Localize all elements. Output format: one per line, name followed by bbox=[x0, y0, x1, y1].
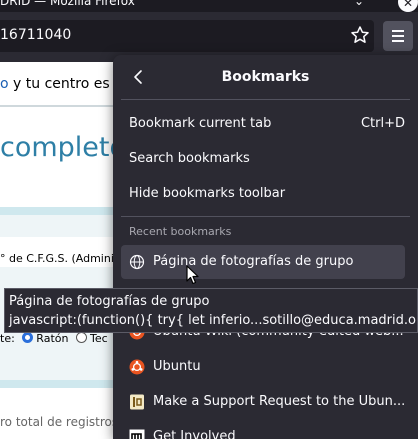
shortcut-label: Ctrl+D bbox=[360, 116, 405, 131]
menu-item-label: Bookmark current tab bbox=[129, 116, 272, 131]
bookmark-label: Make a Support Request to the Ubun... bbox=[153, 394, 405, 409]
minimize-icon[interactable]: ⌃ bbox=[378, 0, 388, 8]
tooltip-url: javascript:(function(){ try{ let inferio… bbox=[9, 313, 416, 328]
search-bookmarks-item[interactable]: Search bookmarks bbox=[121, 142, 405, 176]
select-text[interactable]: ° de C.F.G.S. (Adminis bbox=[0, 252, 120, 265]
radio-teclado[interactable] bbox=[75, 332, 87, 343]
hamburger-line bbox=[392, 35, 404, 37]
intro-link[interactable]: o bbox=[0, 76, 9, 92]
globe-icon bbox=[129, 254, 145, 270]
recent-bookmark-item[interactable]: Página de fotografías de grupo bbox=[121, 245, 405, 279]
bookmark-tooltip: Página de fotografías de grupo javascrip… bbox=[4, 288, 418, 333]
recent-bookmark-item[interactable]: Ubuntu bbox=[121, 350, 405, 384]
recent-bookmark-item[interactable]: Make a Support Request to the Ubun... bbox=[121, 385, 405, 419]
radio-raton[interactable] bbox=[22, 332, 34, 343]
radio-row: te: Ratón Tec bbox=[0, 332, 108, 345]
recent-bookmarks-header: Recent bookmarks bbox=[129, 225, 232, 238]
tooltip-title: Página de fotografías de grupo bbox=[9, 294, 210, 309]
panel-divider bbox=[121, 216, 410, 217]
window-title: DRID — Mozilla Firefox bbox=[0, 0, 135, 8]
panel-divider bbox=[121, 99, 410, 100]
hamburger-line bbox=[392, 40, 404, 42]
bookmark-star-icon[interactable] bbox=[350, 24, 370, 46]
radio-teclado-label: Tec bbox=[89, 332, 108, 345]
bookmark-current-tab-item[interactable]: Bookmark current tab Ctrl+D bbox=[121, 107, 405, 141]
menu-item-label: Search bookmarks bbox=[129, 151, 250, 166]
ubuntu-icon bbox=[129, 359, 145, 375]
launchpad-icon bbox=[130, 394, 144, 410]
hamburger-menu-icon bbox=[392, 30, 404, 32]
window-titlebar: DRID — Mozilla Firefox ⌄ ⌃ ✕ bbox=[0, 0, 418, 12]
m-icon bbox=[129, 429, 145, 439]
intro-line: o y tu centro es IE bbox=[0, 76, 127, 92]
page-heading: completo bbox=[0, 132, 127, 163]
url-text[interactable]: 16711040 bbox=[0, 27, 71, 43]
hamburger-menu-button[interactable] bbox=[383, 21, 413, 51]
radio-label: te: bbox=[0, 332, 15, 345]
intro-text: y tu centro es IE bbox=[8, 76, 128, 92]
bookmark-label: Get Involved bbox=[153, 429, 236, 439]
recent-bookmark-item[interactable]: Get Involved bbox=[121, 420, 405, 439]
url-bar[interactable]: 16711040 bbox=[0, 20, 374, 52]
radio-raton-label: Ratón bbox=[36, 332, 69, 345]
mouse-cursor-icon bbox=[186, 265, 199, 285]
bookmarks-panel: Bookmarks Bookmark current tab Ctrl+D Se… bbox=[113, 55, 418, 439]
menu-item-label: Hide bookmarks toolbar bbox=[129, 186, 286, 201]
panel-title: Bookmarks bbox=[221, 69, 310, 85]
close-window-button[interactable]: ✕ bbox=[398, 0, 418, 12]
bookmark-label: Ubuntu bbox=[153, 359, 201, 374]
bookmark-label: Página de fotografías de grupo bbox=[153, 254, 354, 269]
chevron-down-icon[interactable]: ⌄ bbox=[354, 0, 364, 8]
hide-bookmarks-toolbar-item[interactable]: Hide bookmarks toolbar bbox=[121, 177, 405, 211]
